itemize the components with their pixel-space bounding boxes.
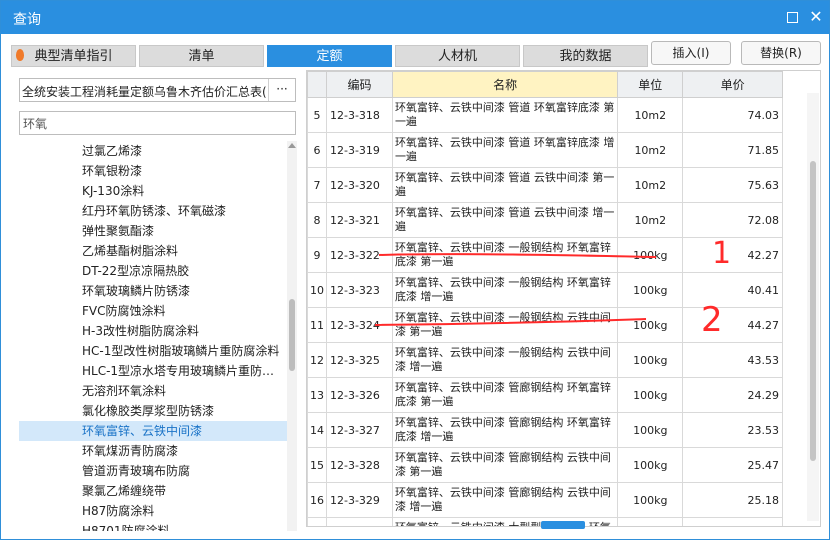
annotation-mark-2: 2 <box>701 300 723 340</box>
underline-row-11 <box>374 318 647 326</box>
underline-row-9 <box>378 253 657 258</box>
query-window: 查询 ✕ 典型清单指引 清单 定额 人材机 我的数据 插入(I) 替换(R) 全… <box>0 0 830 540</box>
annotation-mark-1: 1 <box>712 236 731 271</box>
handwritten-annotations: 1 2 <box>374 236 731 340</box>
